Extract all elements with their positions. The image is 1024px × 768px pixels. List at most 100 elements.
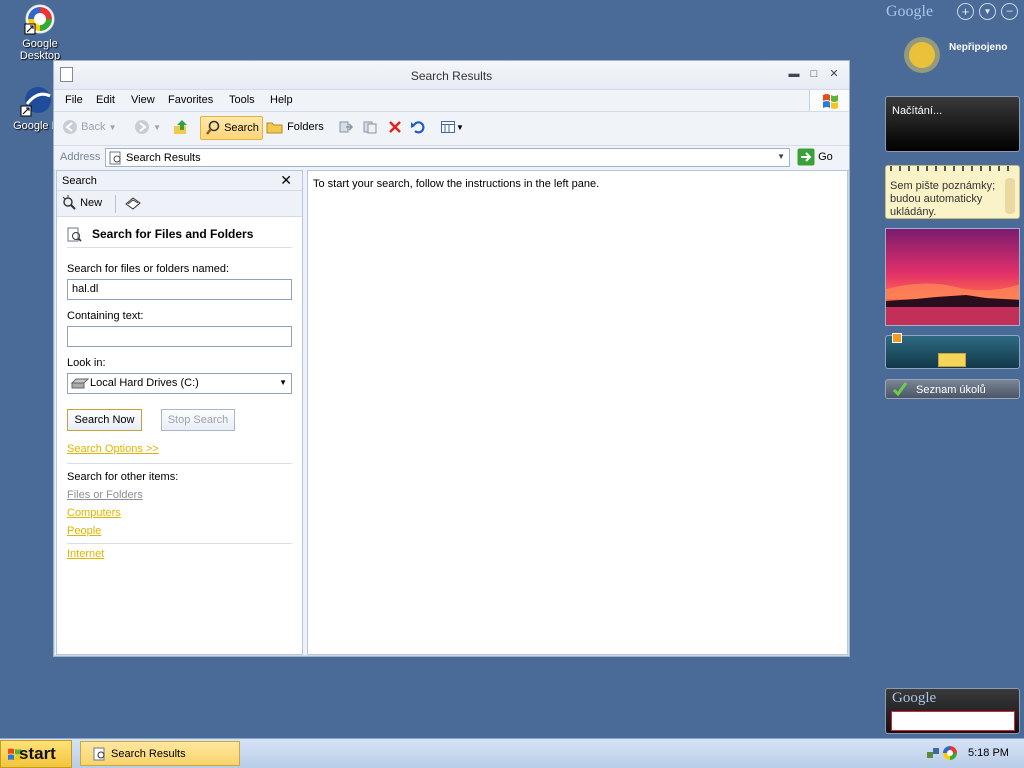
start-button[interactable]: start [0, 740, 72, 768]
delete-icon [389, 121, 401, 133]
delete-button[interactable] [387, 116, 405, 140]
address-field[interactable]: Search Results ▼ [105, 148, 790, 167]
taskbar-item-search-results[interactable]: Search Results [80, 741, 240, 766]
menu-file[interactable]: File [65, 94, 83, 106]
menu-view[interactable]: View [131, 94, 155, 106]
divider [67, 247, 292, 248]
undo-button[interactable] [410, 116, 428, 140]
views-grid-icon [441, 121, 455, 134]
task-label: Search Results [111, 748, 186, 760]
google-search-input[interactable] [891, 711, 1015, 731]
search-companion-button[interactable] [124, 195, 142, 214]
go-button[interactable]: Go [797, 148, 841, 168]
search-results-window: Search Results ▬ □ ✕ File Edit View Favo… [53, 60, 850, 657]
news-gadget[interactable]: Načítání... [885, 96, 1020, 152]
search-pane-toolbar: New [57, 191, 302, 217]
google-earth-icon [19, 84, 53, 118]
section-title: Search for Files and Folders [92, 227, 254, 241]
copy-to-button[interactable] [362, 116, 380, 140]
address-bar: Address Search Results ▼ Go [54, 145, 849, 169]
menu-help[interactable]: Help [270, 94, 293, 106]
views-button[interactable]: ▼ [440, 116, 468, 140]
search-files-icon [67, 227, 82, 242]
sun-icon [904, 37, 940, 73]
computers-link[interactable]: Computers [67, 507, 121, 519]
clock: 5:18 PM [968, 747, 1009, 759]
menu-edit[interactable]: Edit [96, 94, 115, 106]
windows-logo-icon [809, 90, 849, 112]
containing-label: Containing text: [67, 310, 144, 322]
toolbar-separator [115, 195, 116, 213]
checkmark-icon [892, 382, 908, 397]
search-button[interactable]: Search [200, 116, 263, 140]
other-items-label: Search for other items: [67, 471, 179, 483]
sidebar-google-logo[interactable]: Google [886, 3, 933, 21]
rss-gadget[interactable] [885, 333, 1020, 369]
move-to-button[interactable] [338, 116, 356, 140]
back-button[interactable]: Back ▼ [62, 116, 120, 140]
sidebar-minimize-icon[interactable]: – [1001, 3, 1018, 20]
forward-button[interactable]: ▼ [134, 116, 164, 140]
lookin-label: Look in: [67, 357, 106, 369]
people-link[interactable]: People [67, 525, 101, 537]
rss-icon [892, 333, 902, 343]
tasks-gadget[interactable]: Seznam úkolů [885, 379, 1020, 399]
close-pane-icon[interactable]: ✕ [280, 172, 292, 189]
containing-text-input[interactable] [67, 326, 292, 347]
go-arrow-icon [797, 148, 815, 166]
divider [67, 543, 292, 544]
forward-arrow-icon [135, 120, 149, 135]
search-results-task-icon [93, 747, 105, 761]
lookin-value: Local Hard Drives (C:) [90, 377, 199, 389]
hard-drive-icon [71, 378, 89, 389]
filename-value: hal.dl [72, 283, 99, 295]
results-pane[interactable]: To start your search, follow the instruc… [307, 170, 848, 655]
book-icon [125, 197, 141, 210]
folders-button[interactable]: Folders [266, 116, 326, 140]
search-pane-title: Search [62, 175, 97, 187]
address-dropdown-icon[interactable]: ▼ [777, 152, 785, 161]
weather-status: Nepřipojeno [949, 42, 1008, 53]
start-label: start [19, 744, 56, 763]
google-desktop-icon [23, 2, 57, 36]
notes-scrollbar[interactable] [1005, 178, 1015, 214]
filename-input[interactable]: hal.dl [67, 279, 292, 300]
menu-bar: File Edit View Favorites Tools Help [54, 89, 849, 112]
sidebar-menu-icon[interactable]: ▼ [979, 3, 996, 20]
sidebar-add-icon[interactable]: + [957, 3, 974, 20]
google-search-gadget: Google [885, 688, 1020, 734]
lookin-select[interactable]: Local Hard Drives (C:) ▼ [67, 373, 292, 394]
google-search-logo: Google [892, 690, 937, 706]
search-pane-header: Search ✕ [57, 171, 302, 191]
search-icon [206, 120, 220, 135]
move-to-icon [339, 121, 354, 133]
stop-search-button[interactable]: Stop Search [161, 409, 235, 431]
back-arrow-icon [63, 120, 77, 135]
maximize-icon[interactable]: □ [807, 68, 821, 81]
close-icon[interactable]: ✕ [827, 68, 841, 81]
search-options-link[interactable]: Search Options >> [67, 443, 159, 455]
divider [67, 463, 292, 464]
new-search-button[interactable]: New [61, 195, 102, 213]
internet-link[interactable]: Internet [67, 548, 104, 560]
up-arrow-icon [174, 120, 187, 135]
network-tray-icon[interactable] [926, 746, 940, 760]
new-search-icon [62, 195, 76, 210]
up-folder-button[interactable] [172, 116, 194, 140]
files-or-folders-link[interactable]: Files or Folders [67, 489, 143, 501]
desktop-icon-google-desktop[interactable]: Google Desktop [8, 2, 72, 62]
undo-icon [411, 121, 425, 134]
lookin-dropdown-icon[interactable]: ▼ [279, 378, 287, 387]
sunset-photo [886, 229, 1019, 325]
weather-gadget[interactable]: Nepřipojeno [885, 30, 1020, 80]
notes-text: Sem pište poznámky; budou automaticky uk… [890, 180, 996, 218]
named-label: Search for files or folders named: [67, 263, 230, 275]
photo-gadget[interactable] [885, 228, 1020, 326]
menu-favorites[interactable]: Favorites [168, 94, 213, 106]
menu-tools[interactable]: Tools [229, 94, 255, 106]
search-now-button[interactable]: Search Now [67, 409, 142, 431]
minimize-icon[interactable]: ▬ [787, 68, 801, 81]
google-desktop-tray-icon[interactable] [942, 745, 958, 761]
title-bar[interactable]: Search Results ▬ □ ✕ [54, 61, 849, 89]
notes-gadget[interactable]: Sem pište poznámky; budou automaticky uk… [885, 165, 1020, 219]
